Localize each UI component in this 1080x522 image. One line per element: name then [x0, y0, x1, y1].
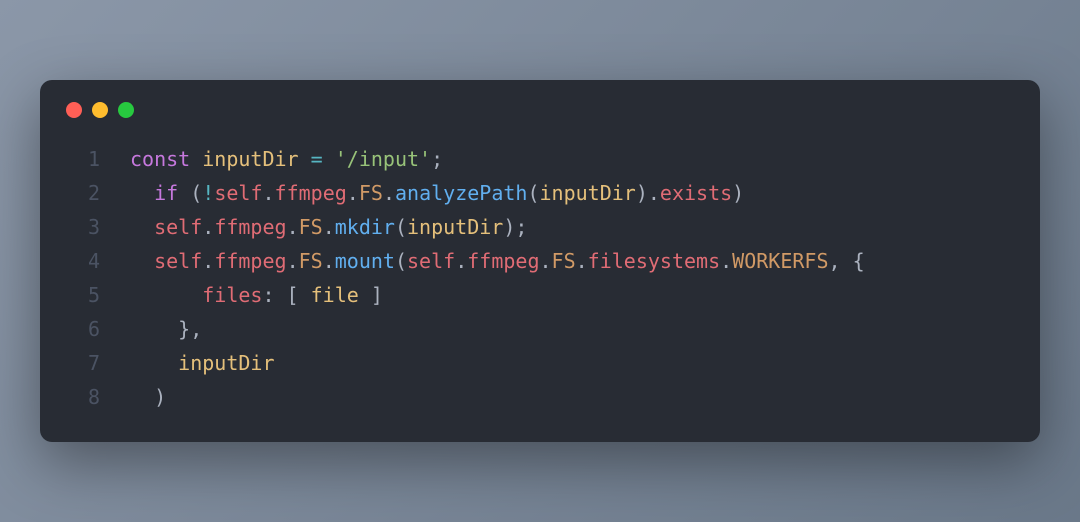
line-content: if (!self.ffmpeg.FS.analyzePath(inputDir… [130, 176, 1014, 210]
line-number: 7 [66, 346, 100, 380]
code-token: . [287, 215, 299, 239]
line-content: inputDir [130, 346, 1014, 380]
code-token [130, 283, 202, 307]
line-number: 6 [66, 312, 100, 346]
code-line: 1 const inputDir = '/input'; [66, 142, 1014, 176]
code-token: inputDir [202, 147, 298, 171]
code-token: }, [130, 317, 202, 341]
code-token [299, 147, 311, 171]
code-token: . [263, 181, 275, 205]
code-token: . [383, 181, 395, 205]
code-token: mount [335, 249, 395, 273]
code-token: , { [829, 249, 865, 273]
code-token [323, 147, 335, 171]
code-token: self [407, 249, 455, 273]
code-line: 4 self.ffmpeg.FS.mount(self.ffmpeg.FS.fi… [66, 244, 1014, 278]
code-token [130, 215, 154, 239]
code-token: ); [503, 215, 527, 239]
line-number: 2 [66, 176, 100, 210]
code-token: . [576, 249, 588, 273]
code-token: ( [527, 181, 539, 205]
line-content: }, [130, 312, 1014, 346]
code-token [130, 351, 178, 375]
code-token: self [154, 249, 202, 273]
close-dot[interactable] [66, 102, 82, 118]
code-token: ; [431, 147, 443, 171]
code-token: ffmpeg [214, 215, 286, 239]
code-token: FS [299, 215, 323, 239]
code-line: 7 inputDir [66, 346, 1014, 380]
code-token: analyzePath [395, 181, 527, 205]
window-titlebar [66, 102, 1014, 118]
code-token: ffmpeg [275, 181, 347, 205]
code-token [130, 181, 154, 205]
code-token: ( [395, 215, 407, 239]
line-content: self.ffmpeg.FS.mount(self.ffmpeg.FS.file… [130, 244, 1014, 278]
code-token: WORKERFS [732, 249, 828, 273]
code-line: 6 }, [66, 312, 1014, 346]
code-line: 3 self.ffmpeg.FS.mkdir(inputDir); [66, 210, 1014, 244]
code-block: 1const inputDir = '/input';2 if (!self.f… [66, 142, 1014, 414]
code-token: . [455, 249, 467, 273]
code-line: 8 ) [66, 380, 1014, 414]
code-token: inputDir [407, 215, 503, 239]
code-token: self [154, 215, 202, 239]
code-token: mkdir [335, 215, 395, 239]
code-token: . [202, 249, 214, 273]
code-token: if [154, 181, 178, 205]
code-token: = [311, 147, 323, 171]
code-token: . [347, 181, 359, 205]
code-token: inputDir [539, 181, 635, 205]
code-token: inputDir [178, 351, 274, 375]
code-token: FS [552, 249, 576, 273]
code-token: '/input' [335, 147, 431, 171]
code-token: : [ [262, 283, 310, 307]
line-content: ) [130, 380, 1014, 414]
line-number: 1 [66, 142, 100, 176]
code-token: ) [130, 385, 166, 409]
code-token: ) [732, 181, 744, 205]
line-number: 8 [66, 380, 100, 414]
line-number: 5 [66, 278, 100, 312]
minimize-dot[interactable] [92, 102, 108, 118]
code-token: ffmpeg [214, 249, 286, 273]
code-token [190, 147, 202, 171]
code-token: filesystems [588, 249, 720, 273]
line-number: 4 [66, 244, 100, 278]
code-token: ). [636, 181, 660, 205]
code-token: ] [359, 283, 383, 307]
code-token: file [311, 283, 359, 307]
code-token: FS [299, 249, 323, 273]
code-token: self [214, 181, 262, 205]
code-token: const [130, 147, 190, 171]
code-token: exists [660, 181, 732, 205]
code-token: . [323, 249, 335, 273]
code-token: FS [359, 181, 383, 205]
code-token: ( [395, 249, 407, 273]
code-token: . [323, 215, 335, 239]
code-line: 2 if (!self.ffmpeg.FS.analyzePath(inputD… [66, 176, 1014, 210]
code-token: . [287, 249, 299, 273]
code-token: . [720, 249, 732, 273]
line-content: files: [ file ] [130, 278, 1014, 312]
code-token: ! [202, 181, 214, 205]
line-content: const inputDir = '/input'; [130, 142, 1014, 176]
zoom-dot[interactable] [118, 102, 134, 118]
code-token [130, 249, 154, 273]
line-content: self.ffmpeg.FS.mkdir(inputDir); [130, 210, 1014, 244]
code-token: . [539, 249, 551, 273]
code-token: files [202, 283, 262, 307]
code-window: 1const inputDir = '/input';2 if (!self.f… [40, 80, 1040, 442]
code-token: ffmpeg [467, 249, 539, 273]
code-line: 5 files: [ file ] [66, 278, 1014, 312]
code-token: . [202, 215, 214, 239]
code-token: ( [178, 181, 202, 205]
line-number: 3 [66, 210, 100, 244]
